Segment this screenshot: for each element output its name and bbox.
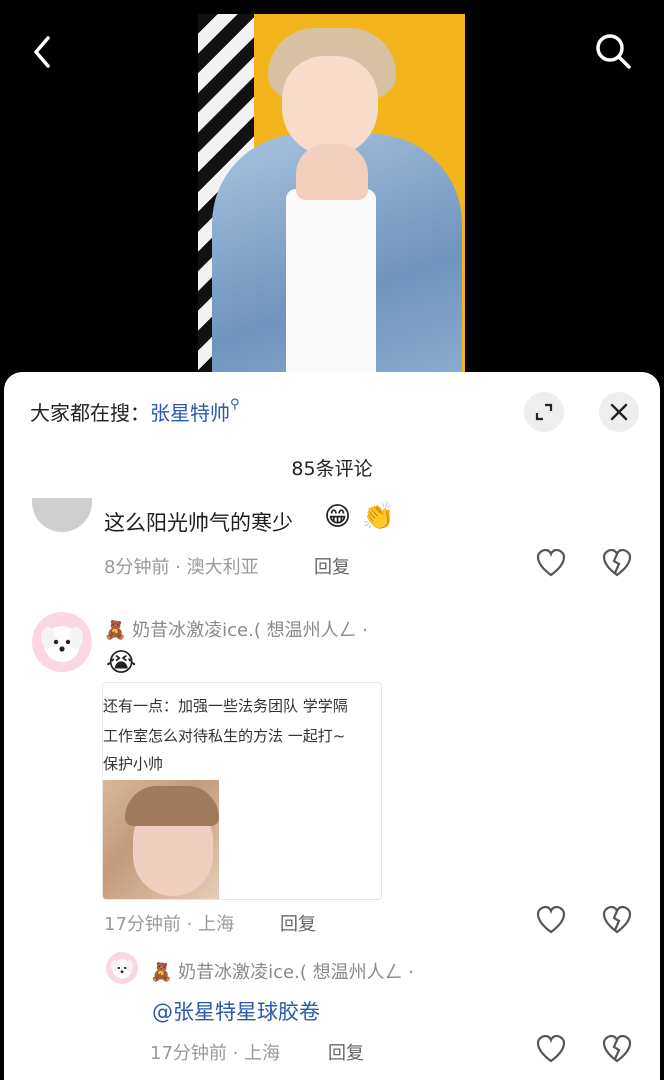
person-face — [282, 56, 378, 156]
close-button[interactable] — [599, 392, 639, 432]
reply-time: 17分钟前 — [150, 1043, 227, 1064]
reply-button[interactable]: 回复 — [328, 1039, 364, 1065]
dog-avatar-icon — [110, 959, 134, 979]
avatar[interactable] — [32, 612, 92, 672]
grin-emoji: 😁 — [324, 502, 352, 532]
avatar[interactable] — [32, 498, 92, 532]
comment-location: 上海 — [198, 914, 235, 935]
comment-time: 8分钟前 — [104, 557, 170, 578]
search-button[interactable] — [592, 30, 634, 72]
reply-button[interactable]: 回复 — [314, 553, 350, 579]
comment-meta: 8分钟前 · 澳大利亚 — [104, 557, 259, 578]
expand-icon — [535, 403, 553, 421]
heart-hands — [296, 144, 368, 200]
comment-username[interactable]: 🧸 奶昔冰激凌ice.( 想温州人ㄥ · — [104, 616, 368, 642]
comment-location: 澳大利亚 — [186, 557, 259, 578]
expand-button[interactable] — [524, 392, 564, 432]
crying-emoji: 😭 — [106, 648, 137, 678]
search-hint-keyword[interactable]: 张星特帅 — [150, 401, 230, 425]
broken-heart-icon[interactable] — [602, 1035, 632, 1063]
search-suggestion[interactable]: 大家都在搜：张星特帅⚲ — [30, 397, 240, 426]
broken-heart-icon[interactable] — [602, 906, 632, 934]
back-button[interactable] — [24, 30, 64, 74]
photo-hair — [125, 786, 219, 826]
heart-icon[interactable] — [536, 906, 566, 934]
comment-image[interactable]: 还有一点：加强一些法务团队 学学隔 工作室怎么对待私生的方法 一起打~ 保护小帅 — [102, 682, 382, 900]
image-text-line: 工作室怎么对待私生的方法 一起打~ — [103, 727, 346, 745]
search-small-icon: ⚲ — [230, 397, 240, 412]
heart-icon[interactable] — [536, 549, 566, 577]
reply-button[interactable]: 回复 — [280, 910, 316, 936]
close-icon — [610, 403, 628, 421]
video-player[interactable] — [0, 0, 664, 390]
image-text-line: 保护小帅 — [103, 755, 164, 773]
reply-meta: 17分钟前 · 上海 — [150, 1043, 281, 1064]
image-text-line: 还有一点：加强一些法务团队 学学隔 — [103, 697, 348, 715]
comment-time: 17分钟前 — [104, 914, 181, 935]
broken-heart-icon[interactable] — [602, 549, 632, 577]
comment-meta: 17分钟前 · 上海 — [104, 914, 235, 935]
comment-count: 85条评论 — [291, 458, 373, 480]
mention-link[interactable]: @张星特星球胶卷 — [152, 996, 320, 1026]
comment-text: 这么阳光帅气的寒少 — [104, 511, 293, 535]
heart-icon[interactable] — [536, 1035, 566, 1063]
chevron-left-icon — [34, 36, 50, 68]
avatar[interactable] — [106, 952, 138, 984]
comment-sheet: 大家都在搜：张星特帅⚲ 85条评论 这么阳光帅气的寒少 😁 👏 8分钟前 · 澳… — [4, 372, 660, 1080]
reply-location: 上海 — [244, 1043, 281, 1064]
image-photo — [103, 780, 219, 899]
search-icon — [596, 34, 631, 69]
clap-emoji: 👏 — [362, 502, 395, 532]
reply-username[interactable]: 🧸 奶昔冰激凌ice.( 想温州人ㄥ · — [150, 958, 414, 984]
search-hint-prefix: 大家都在搜： — [30, 401, 150, 425]
person-tshirt — [286, 189, 376, 374]
video-thumbnail — [198, 14, 465, 374]
dog-avatar-icon — [41, 626, 83, 662]
